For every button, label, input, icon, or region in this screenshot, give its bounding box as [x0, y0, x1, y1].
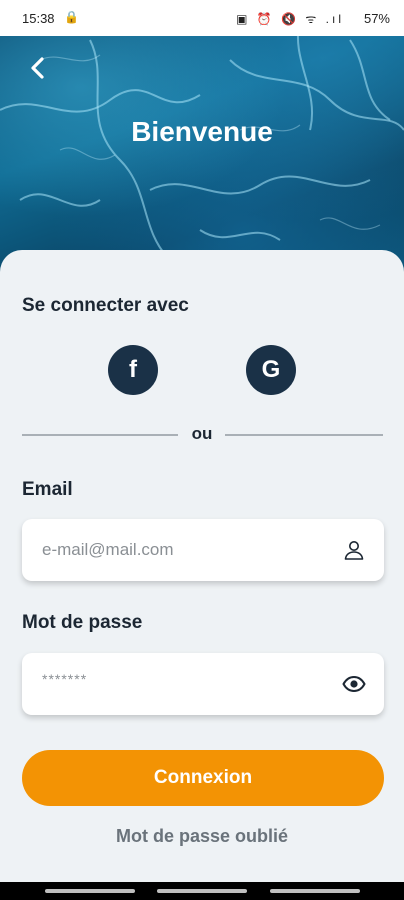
separator-text: ou [191, 424, 213, 443]
system-nav-bar [0, 882, 404, 900]
chevron-left-icon [31, 57, 44, 79]
status-time: 15:38 [22, 11, 55, 26]
social-login-label: Se connecter avec [22, 295, 189, 316]
divider-left [22, 434, 178, 436]
divider-right [225, 434, 383, 436]
google-login-button[interactable]: G [246, 345, 296, 395]
user-icon [344, 541, 364, 560]
app-screen: 15:38 🔒 ▣ ⏰ 🔇 ᯤ .ıl 57% Bienvenue Se con… [0, 0, 404, 900]
back-button[interactable] [22, 52, 54, 84]
password-field[interactable]: ******* [22, 653, 384, 715]
status-bar: 15:38 🔒 ▣ ⏰ 🔇 ᯤ .ıl 57% [0, 0, 404, 36]
password-label: Mot de passe [22, 612, 143, 633]
forgot-password-link[interactable]: Mot de passe oublié [0, 826, 404, 847]
nav-recent-button[interactable] [45, 889, 135, 893]
email-field[interactable] [42, 519, 332, 581]
page-title: Bienvenue [131, 116, 273, 147]
email-field-container [22, 519, 384, 581]
google-icon: G [261, 356, 281, 383]
facebook-icon: f [129, 356, 137, 383]
lock-icon: 🔒 [64, 10, 79, 24]
password-masked-value: ******* [42, 671, 88, 687]
email-label: Email [22, 479, 73, 500]
eye-icon[interactable] [342, 672, 366, 696]
login-button[interactable]: Connexion [22, 750, 384, 806]
nav-home-button[interactable] [157, 889, 247, 893]
facebook-login-button[interactable]: f [108, 345, 158, 395]
status-icons: ▣ ⏰ 🔇 ᯤ .ıl [236, 12, 344, 26]
nav-back-button[interactable] [270, 889, 360, 893]
battery-level: 57% [363, 11, 390, 26]
